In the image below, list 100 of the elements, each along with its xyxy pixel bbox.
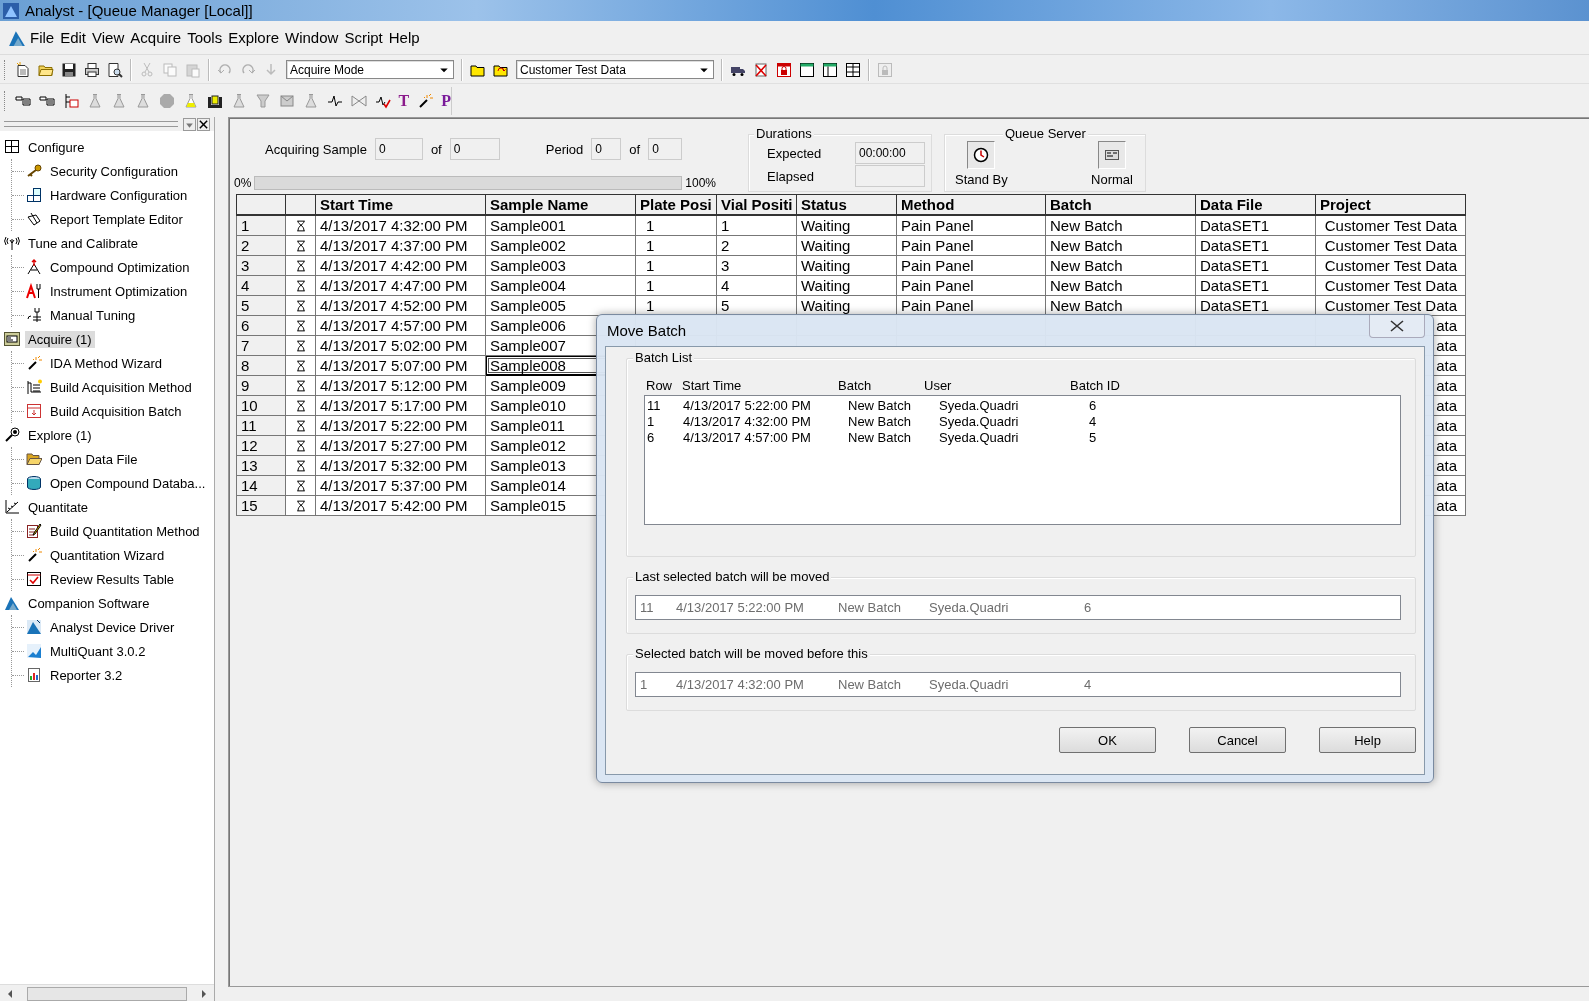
dialog-button[interactable]: Help xyxy=(1319,727,1416,753)
row-number-cell[interactable]: 11 xyxy=(236,415,286,436)
tree-item[interactable]: Tune and Calibrate xyxy=(25,234,142,252)
save-icon[interactable] xyxy=(61,61,77,78)
row-number-cell[interactable]: 3 xyxy=(236,255,286,276)
menu-item[interactable]: Tools xyxy=(185,29,227,46)
tree-item[interactable]: Explore (1) xyxy=(25,426,95,444)
column-header[interactable]: Batch xyxy=(1045,194,1196,215)
menu-item[interactable]: Help xyxy=(386,29,424,46)
print-preview-icon[interactable] xyxy=(107,61,123,78)
window-icon[interactable] xyxy=(799,61,815,78)
tag-icon[interactable] xyxy=(38,93,55,109)
dialog-button[interactable]: OK xyxy=(1059,727,1156,753)
column-header[interactable]: Sample Name xyxy=(485,194,636,215)
toolbar-letter[interactable]: T xyxy=(398,93,410,109)
menu-item[interactable]: Window xyxy=(283,29,343,46)
menu-item[interactable]: Script xyxy=(342,29,387,46)
close-icon[interactable] xyxy=(197,117,210,131)
menu-item[interactable]: Explore xyxy=(226,29,284,46)
column-header[interactable]: Vial Positi xyxy=(716,194,797,215)
tree-item[interactable]: Build Quantitation Method xyxy=(47,522,203,540)
tag-tree-icon[interactable] xyxy=(62,93,79,109)
column-header[interactable]: Start Time xyxy=(682,377,838,393)
column-header[interactable]: User xyxy=(924,377,1070,393)
column-header[interactable]: Method xyxy=(896,194,1046,215)
row-number-cell[interactable]: 12 xyxy=(236,435,286,456)
tree-item[interactable]: Build Acquisition Batch xyxy=(47,402,185,420)
tree-item[interactable]: Build Acquisition Method xyxy=(47,378,195,396)
tree-item[interactable]: Open Compound Databa... xyxy=(47,474,209,492)
flask-icon[interactable] xyxy=(182,93,199,109)
row-number-cell[interactable]: 14 xyxy=(236,475,286,496)
row-number-cell[interactable]: 5 xyxy=(236,295,286,316)
tree-item[interactable]: Acquire (1) xyxy=(25,330,95,348)
tree-item[interactable]: Hardware Configuration xyxy=(47,186,191,204)
row-number-cell[interactable]: 6 xyxy=(236,315,286,336)
scroll-thumb[interactable] xyxy=(27,986,187,1001)
row-number-cell[interactable]: 7 xyxy=(236,335,286,356)
tree-item[interactable]: Companion Software xyxy=(25,594,153,612)
locked-document-icon[interactable] xyxy=(776,61,792,78)
menu-item[interactable]: File xyxy=(28,29,59,46)
row-number-cell[interactable]: 1 xyxy=(236,215,286,236)
tree-item[interactable]: Instrument Optimization xyxy=(47,282,191,300)
tree-item[interactable]: Configure xyxy=(25,138,88,156)
dropdown[interactable]: Customer Test Data xyxy=(516,60,714,79)
rack-icon[interactable] xyxy=(206,93,223,109)
tree-item[interactable]: Open Data File xyxy=(47,450,141,468)
dropdown[interactable]: Acquire Mode xyxy=(286,60,454,79)
tree-item[interactable]: Manual Tuning xyxy=(47,306,139,324)
tree-item[interactable]: Compound Optimization xyxy=(47,258,193,276)
tree-item[interactable]: MultiQuant 3.0.2 xyxy=(47,642,149,660)
grid-icon[interactable] xyxy=(845,61,861,78)
dropdown-icon[interactable] xyxy=(183,117,196,131)
menu-item[interactable]: Edit xyxy=(58,29,91,46)
close-button[interactable] xyxy=(1369,315,1425,338)
column-header[interactable]: Batch xyxy=(838,377,924,393)
tag-icon[interactable] xyxy=(14,93,31,109)
pulse-icon[interactable] xyxy=(326,93,343,109)
row-number-cell[interactable]: 4 xyxy=(236,275,286,296)
tree-item[interactable]: Quantitate xyxy=(25,498,91,516)
tree-item[interactable]: Report Template Editor xyxy=(47,210,186,228)
print-icon[interactable] xyxy=(84,61,100,78)
mode-button[interactable] xyxy=(967,141,996,169)
list-box[interactable]: 11 4/13/2017 5:22:00 PM New Batch Syeda.Quadri 6 1 4/13/2017 4:32:00 PM New Batch Syeda.Quadri 4 6 4/13/2017 4:57:00 PM New Batch Syeda.Quadri 5 xyxy=(644,395,1401,525)
text-field[interactable]: 0 xyxy=(648,138,683,160)
text-field[interactable]: 0 xyxy=(449,138,500,160)
row-number-cell[interactable]: 8 xyxy=(236,355,286,376)
text-field[interactable]: 0 xyxy=(374,138,423,160)
tree-item[interactable]: IDA Method Wizard xyxy=(47,354,165,372)
menu-item[interactable]: View xyxy=(90,29,129,46)
tree-item[interactable]: Review Results Table xyxy=(47,570,178,588)
bowtie-icon[interactable] xyxy=(350,93,367,109)
menu-item[interactable]: Acquire xyxy=(128,29,186,46)
tree-item[interactable]: Reporter 3.2 xyxy=(47,666,126,684)
scroll-bar[interactable] xyxy=(0,984,214,1001)
delete-document-icon[interactable] xyxy=(753,61,769,78)
new-document-icon[interactable] xyxy=(15,61,31,78)
tree-item[interactable]: Analyst Device Driver xyxy=(47,618,178,636)
column-header[interactable] xyxy=(285,194,316,215)
column-header[interactable]: Plate Posi xyxy=(635,194,717,215)
row-number-cell[interactable]: 9 xyxy=(236,375,286,396)
column-header[interactable]: Status xyxy=(796,194,897,215)
text-field[interactable]: 0 xyxy=(591,138,622,160)
row-number-cell[interactable]: 2 xyxy=(236,235,286,256)
column-header[interactable]: Data File xyxy=(1195,194,1316,215)
split-window-icon[interactable] xyxy=(822,61,838,78)
row-number-cell[interactable]: 13 xyxy=(236,455,286,476)
wand-icon[interactable] xyxy=(417,93,434,109)
row-number-cell[interactable]: 15 xyxy=(236,495,286,516)
mode-button[interactable] xyxy=(1098,141,1127,169)
dialog-button[interactable]: Cancel xyxy=(1189,727,1286,753)
text-field[interactable]: 00:00:00 xyxy=(855,142,925,164)
tree-item[interactable]: Security Configuration xyxy=(47,162,181,180)
column-header[interactable]: Start Time xyxy=(315,194,486,215)
tree-item[interactable]: Quantitation Wizard xyxy=(47,546,168,564)
column-header[interactable]: Project xyxy=(1315,194,1466,215)
text-field[interactable] xyxy=(855,165,925,187)
toolbar-letter[interactable]: P xyxy=(441,93,451,109)
column-header[interactable] xyxy=(236,194,286,215)
row-number-cell[interactable]: 10 xyxy=(236,395,286,416)
column-header[interactable]: Row xyxy=(646,377,682,393)
